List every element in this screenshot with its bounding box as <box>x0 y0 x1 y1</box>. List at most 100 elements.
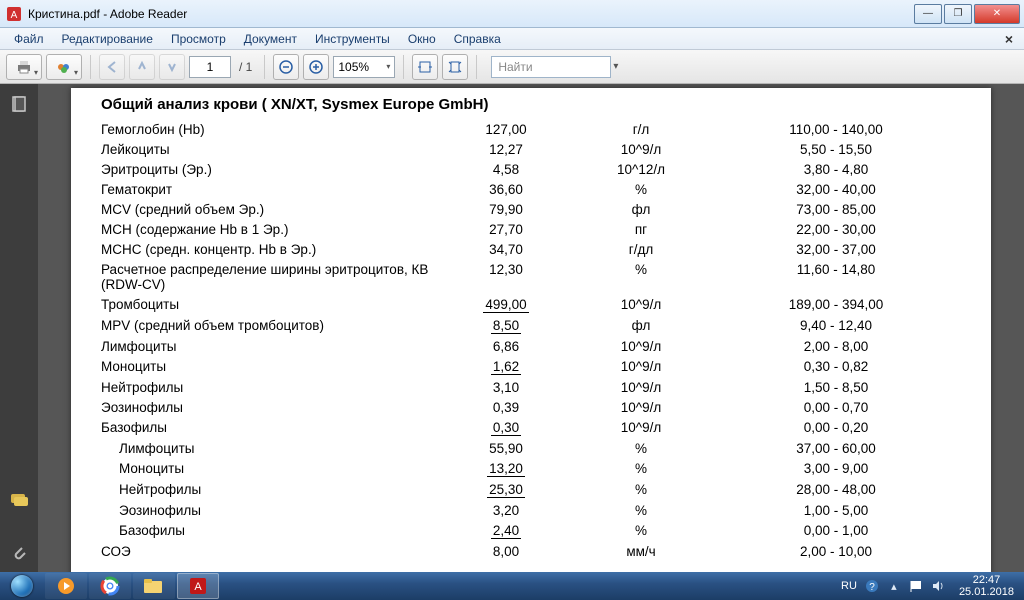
volume-tray-icon[interactable] <box>931 579 945 593</box>
attachments-panel-icon[interactable] <box>9 543 29 563</box>
param-range: 22,00 - 30,00 <box>711 219 961 239</box>
windows-taskbar: A RU ? ▴ 22:47 25.01.2018 <box>0 572 1024 600</box>
system-tray: RU ? ▴ 22:47 25.01.2018 <box>841 574 1020 598</box>
document-viewport[interactable]: Общий анализ крови ( XN/XT, Sysmex Europ… <box>38 84 1024 577</box>
param-range: 189,00 - 394,00 <box>711 294 961 315</box>
maximize-button[interactable]: ❐ <box>944 4 972 24</box>
param-name: Моноциты <box>101 356 441 377</box>
pages-panel-icon[interactable] <box>9 94 29 114</box>
help-tray-icon[interactable]: ? <box>865 579 879 593</box>
menu-файл[interactable]: Файл <box>6 30 52 48</box>
param-unit: 10^9/л <box>571 377 711 397</box>
param-value: 8,50 <box>441 315 571 336</box>
param-range: 11,60 - 14,80 <box>711 259 961 294</box>
param-name: Базофилы <box>101 520 441 541</box>
workspace: Общий анализ крови ( XN/XT, Sysmex Europ… <box>0 84 1024 577</box>
param-name: Лимфоциты <box>101 336 441 356</box>
param-range: 9,40 - 12,40 <box>711 315 961 336</box>
param-value: 0,30 <box>441 417 571 438</box>
param-unit: 10^9/л <box>571 397 711 417</box>
result-row: Моноциты13,20%3,00 - 9,00 <box>101 458 961 479</box>
param-value: 36,60 <box>441 179 571 199</box>
result-row: MPV (средний объем тромбоцитов)8,50фл9,4… <box>101 315 961 336</box>
result-row: MCV (средний объем Эр.)79,90фл73,00 - 85… <box>101 199 961 219</box>
result-row: Тромбоциты499,0010^9/л189,00 - 394,00 <box>101 294 961 315</box>
taskbar-chrome[interactable] <box>89 573 131 599</box>
param-name: MCV (средний объем Эр.) <box>101 199 441 219</box>
param-range: 3,80 - 4,80 <box>711 159 961 179</box>
param-unit: 10^12/л <box>571 159 711 179</box>
menu-окно[interactable]: Окно <box>400 30 444 48</box>
page-number-input[interactable]: 1 <box>189 56 231 78</box>
result-row: Базофилы2,40%0,00 - 1,00 <box>101 520 961 541</box>
start-button[interactable] <box>0 572 44 600</box>
param-value: 499,00 <box>441 294 571 315</box>
document-close-button[interactable]: × <box>1000 31 1018 47</box>
param-unit: г/л <box>571 119 711 139</box>
menu-просмотр[interactable]: Просмотр <box>163 30 234 48</box>
result-row: Эозинофилы0,3910^9/л0,00 - 0,70 <box>101 397 961 417</box>
param-value: 13,20 <box>441 458 571 479</box>
prev-page-button[interactable] <box>129 54 155 80</box>
result-row: Нейтрофилы3,1010^9/л1,50 - 8,50 <box>101 377 961 397</box>
taskbar-clock[interactable]: 22:47 25.01.2018 <box>953 574 1020 598</box>
param-unit: пг <box>571 219 711 239</box>
param-range: 2,00 - 8,00 <box>711 336 961 356</box>
fit-page-button[interactable] <box>442 54 468 80</box>
param-range: 2,00 - 10,00 <box>711 541 961 561</box>
param-value: 12,30 <box>441 259 571 294</box>
language-indicator[interactable]: RU <box>841 580 857 592</box>
taskbar-adobe-reader[interactable]: A <box>177 573 219 599</box>
param-name: Нейтрофилы <box>101 479 441 500</box>
windows-orb-icon <box>11 575 33 597</box>
menu-инструменты[interactable]: Инструменты <box>307 30 398 48</box>
param-range: 5,50 - 15,50 <box>711 139 961 159</box>
param-value: 25,30 <box>441 479 571 500</box>
param-unit: % <box>571 438 711 458</box>
param-name: Эритроциты (Эр.) <box>101 159 441 179</box>
zoom-in-button[interactable] <box>303 54 329 80</box>
print-button[interactable] <box>6 54 42 80</box>
flag-tray-icon[interactable] <box>909 579 923 593</box>
param-name: MPV (средний объем тромбоцитов) <box>101 315 441 336</box>
param-unit: 10^9/л <box>571 417 711 438</box>
param-value: 3,10 <box>441 377 571 397</box>
find-input[interactable]: Найти <box>491 56 611 78</box>
param-range: 0,00 - 1,00 <box>711 520 961 541</box>
clock-date: 25.01.2018 <box>959 586 1014 598</box>
result-row: Гематокрит36,60%32,00 - 40,00 <box>101 179 961 199</box>
param-value: 12,27 <box>441 139 571 159</box>
param-name: Тромбоциты <box>101 294 441 315</box>
param-name: Базофилы <box>101 417 441 438</box>
minimize-button[interactable]: — <box>914 4 942 24</box>
menu-документ[interactable]: Документ <box>236 30 305 48</box>
result-row: MCH (содержание Hb в 1 Эр.)27,70пг22,00 … <box>101 219 961 239</box>
comments-panel-icon[interactable] <box>9 491 29 511</box>
param-name: MCH (содержание Hb в 1 Эр.) <box>101 219 441 239</box>
collab-button[interactable] <box>46 54 82 80</box>
fit-width-button[interactable] <box>412 54 438 80</box>
param-unit: фл <box>571 199 711 219</box>
menu-справка[interactable]: Справка <box>446 30 509 48</box>
taskbar-mediaplayer[interactable] <box>45 573 87 599</box>
find-dropdown-icon[interactable]: ▾ <box>613 61 618 72</box>
param-range: 1,00 - 5,00 <box>711 500 961 520</box>
results-table: Гемоглобин (Hb)127,00г/л110,00 - 140,00Л… <box>101 119 961 561</box>
param-unit: % <box>571 259 711 294</box>
param-value: 127,00 <box>441 119 571 139</box>
next-page-button[interactable] <box>159 54 185 80</box>
param-range: 0,30 - 0,82 <box>711 356 961 377</box>
param-value: 1,62 <box>441 356 571 377</box>
close-button[interactable]: ✕ <box>974 4 1020 24</box>
param-range: 73,00 - 85,00 <box>711 199 961 219</box>
svg-text:A: A <box>194 581 202 593</box>
param-range: 32,00 - 37,00 <box>711 239 961 259</box>
tray-chevron-icon[interactable]: ▴ <box>887 579 901 593</box>
taskbar-explorer[interactable] <box>133 573 175 599</box>
menu-редактирование[interactable]: Редактирование <box>54 30 161 48</box>
first-page-button[interactable] <box>99 54 125 80</box>
zoom-select[interactable]: 105% <box>333 56 395 78</box>
app-icon: A <box>6 6 22 22</box>
param-range: 32,00 - 40,00 <box>711 179 961 199</box>
zoom-out-button[interactable] <box>273 54 299 80</box>
